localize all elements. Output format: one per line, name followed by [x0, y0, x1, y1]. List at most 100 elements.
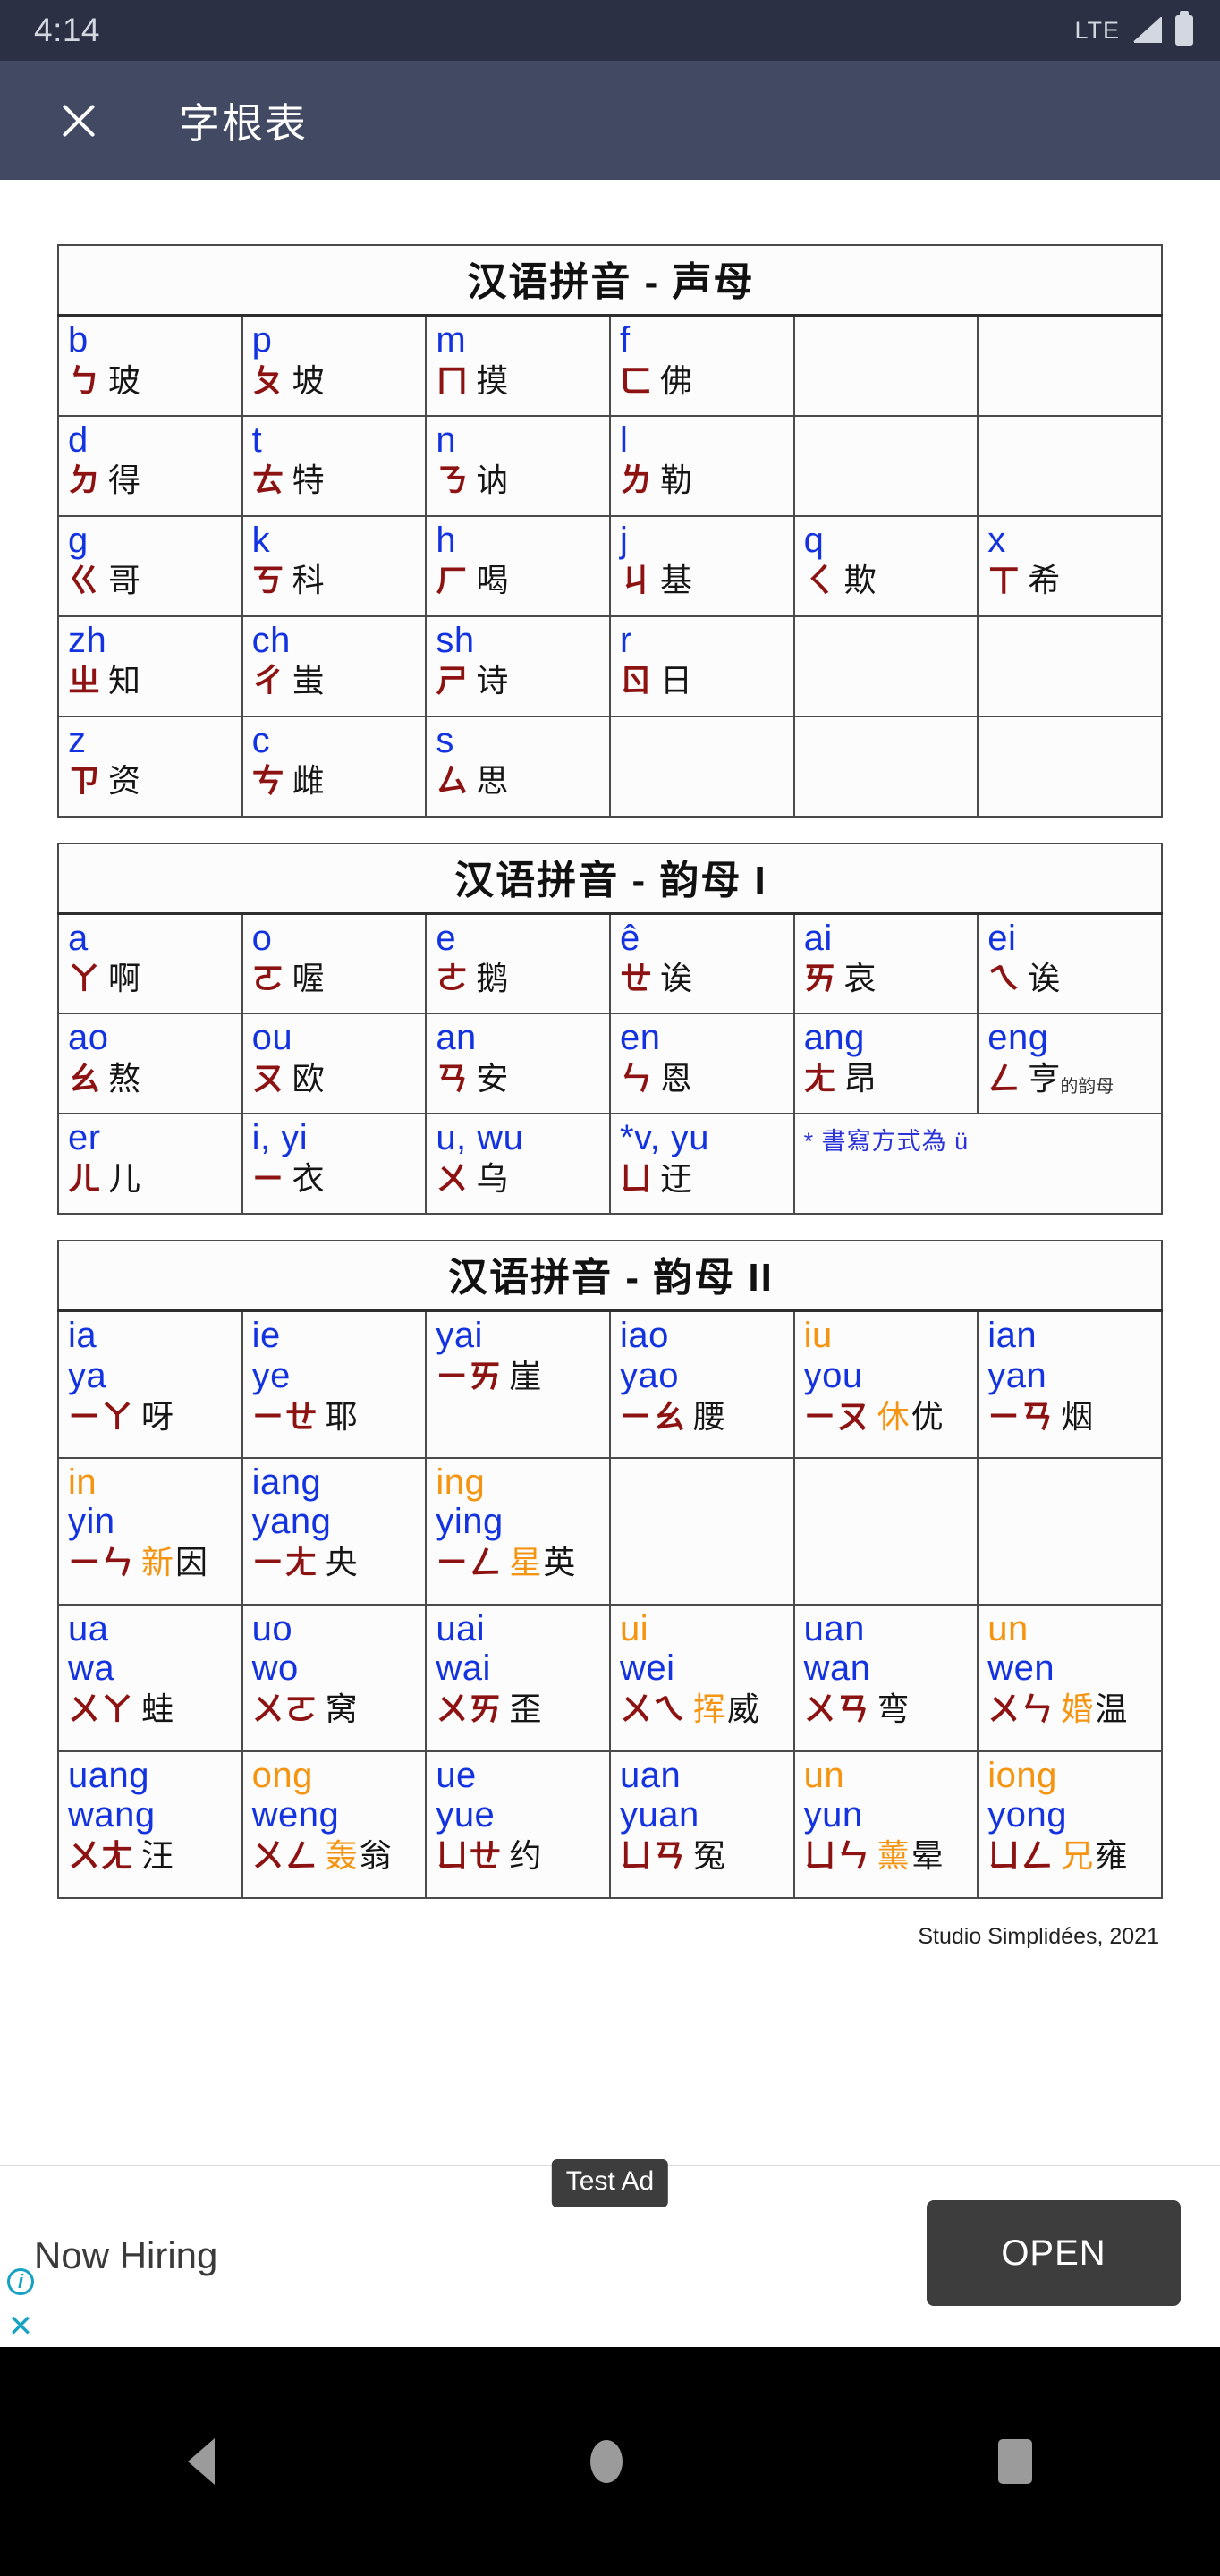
info-icon[interactable]: i	[7, 2268, 34, 2295]
example-char-highlight: 薰	[877, 1837, 910, 1875]
ad-close-icon[interactable]: ✕	[7, 2311, 34, 2342]
pinyin-secondary: yang	[251, 1502, 332, 1542]
pinyin-primary: ai	[803, 918, 833, 958]
example-char-highlight: 婚	[1061, 1690, 1094, 1728]
pinyin-primary: m	[436, 320, 467, 360]
pinyin-secondary: yue	[436, 1795, 496, 1835]
bopomofo-symbol: ㄒ	[987, 562, 1021, 599]
bopomofo-symbol: ㄧㄤ	[251, 1544, 318, 1581]
pinyin-primary: j	[619, 520, 629, 560]
bopomofo-symbol: ㄎ	[251, 562, 285, 599]
example-char: 儿	[108, 1159, 141, 1197]
example-char: 威	[727, 1690, 760, 1728]
bopomofo-example-line: ㄩㄢ冤	[620, 1837, 786, 1875]
bopomofo-example-line: ㄜ鹅	[436, 960, 602, 997]
recents-icon[interactable]	[998, 2439, 1032, 2484]
example-char: 恩	[659, 1059, 692, 1097]
example-char: 知	[108, 662, 141, 699]
bopomofo-symbol: ㄋ	[436, 462, 470, 499]
pinyin-primary: eng	[987, 1018, 1049, 1057]
table-row: zh ㄓ知 ch ㄔ蚩 sh ㄕ诗 r ㄖ日	[57, 614, 1163, 717]
bopomofo-example-line: ㄧㄚ呀	[68, 1398, 234, 1436]
pinyin-secondary: wai	[436, 1648, 491, 1689]
example-char: 优	[911, 1397, 944, 1435]
example-char: 佛	[659, 361, 692, 399]
bopomofo-example-line: ㄡ欧	[252, 1060, 419, 1097]
example-char: 讷	[476, 462, 509, 499]
bopomofo-example-line: ㄨㄥ 轰翁	[252, 1837, 419, 1875]
bopomofo-symbol: ㄓ	[68, 662, 102, 699]
example-char: 腰	[692, 1397, 725, 1435]
pinyin-primary: ou	[251, 1018, 293, 1057]
example-char: 迂	[659, 1159, 692, 1197]
pinyin-cell: cㄘ雌	[241, 715, 428, 818]
pinyin-primary: en	[619, 1018, 661, 1057]
pinyin-primary: u, wu	[436, 1118, 524, 1157]
pinyin-secondary: ye	[251, 1355, 291, 1395]
bopomofo-symbol: ㄥ	[987, 1059, 1021, 1097]
status-bar: 4:14 LTE	[0, 0, 1220, 61]
example-char: 英	[543, 1544, 576, 1581]
pinyin-primary: k	[251, 520, 271, 560]
bopomofo-example-line: ㄝ诶	[620, 960, 786, 997]
pinyin-secondary: yao	[619, 1355, 679, 1395]
bopomofo-example-line: ㄤ昂	[804, 1060, 970, 1097]
pinyin-cell: uai wai ㄨㄞ歪	[425, 1603, 611, 1752]
home-icon[interactable]	[590, 2440, 623, 2483]
bopomofo-symbol: ㄩ	[619, 1159, 653, 1197]
bopomofo-symbol: ㄦ	[68, 1159, 102, 1197]
pinyin-primary: iang	[251, 1462, 322, 1502]
pinyin-secondary: wa	[68, 1648, 115, 1689]
pinyin-primary: ua	[68, 1608, 109, 1648]
bopomofo-symbol: ㄅ	[68, 361, 102, 399]
bopomofo-symbol: ㄨㄥ	[251, 1837, 318, 1875]
bopomofo-symbol: ㄖ	[619, 662, 653, 699]
table-row: ao ㄠ熬 ou ㄡ欧 an ㄢ安 en ㄣ恩 ang ㄤ昂 eng ㄥ亨的韵母	[57, 1013, 1163, 1114]
pinyin-primary: ui	[619, 1608, 649, 1648]
pinyin-cell: ou ㄡ欧	[241, 1013, 428, 1114]
bopomofo-example-line: ㄞ哀	[804, 960, 970, 997]
bopomofo-symbol: ㄑ	[803, 562, 837, 599]
pinyin-cell: eㄜ鹅	[425, 912, 611, 1014]
pinyin-cell: zㄗ资	[57, 715, 243, 818]
table-caption-row: 汉语拼音 - 韵母 I	[57, 842, 1163, 915]
pinyin-cell: ie ye ㄧㄝ耶	[241, 1309, 428, 1459]
table-caption: 汉语拼音 - 声母	[57, 244, 1163, 317]
pinyin-cell: êㄝ诶	[608, 912, 795, 1014]
example-char: 汪	[141, 1837, 174, 1875]
example-char: 得	[108, 462, 141, 499]
pinyin-primary: uo	[251, 1608, 293, 1648]
pinyin-primary: z	[68, 720, 87, 760]
content-scroll-area[interactable]: 汉语拼音 - 声母 b ㄅ玻 p ㄆ坡 m ㄇ摸 f ㄈ佛 d ㄉ得 t ㄊ特 n ㄋ讷 l ㄌ勒 g ㄍ哥 k ㄎ科 h…	[0, 180, 1220, 2165]
bopomofo-symbol: ㄨㄣ	[987, 1690, 1055, 1728]
pinyin-primary: uang	[68, 1755, 149, 1795]
example-char: 勒	[659, 462, 692, 499]
example-char: 坡	[292, 361, 325, 399]
bopomofo-symbol: ㄐ	[619, 562, 653, 599]
example-suffix: 的韵母	[1060, 1076, 1114, 1097]
bopomofo-symbol: ㄞ	[803, 960, 837, 997]
back-icon[interactable]	[188, 2438, 215, 2485]
bopomofo-example-line: ㄊ特	[252, 462, 419, 499]
pinyin-cell: eng ㄥ亨的韵母	[977, 1013, 1163, 1114]
empty-cell	[792, 614, 979, 717]
pinyin-cell: u, wu ㄨ乌	[425, 1113, 611, 1215]
pinyin-cell: ao ㄠ熬	[57, 1013, 243, 1114]
bopomofo-symbol: ㄨㄢ	[803, 1690, 870, 1728]
ad-open-button[interactable]: OPEN	[927, 2200, 1181, 2306]
ad-banner[interactable]: Test Ad Now Hiring OPEN i ✕	[0, 2159, 1220, 2347]
close-icon[interactable]	[54, 96, 104, 146]
pinyin-cell: gㄍ哥	[57, 514, 243, 617]
bopomofo-example-line: ㄨㄚ蛙	[68, 1690, 234, 1728]
pinyin-cell: un wen ㄨㄣ 婚温	[977, 1603, 1163, 1752]
pinyin-cell: sㄙ思	[425, 715, 611, 818]
pinyin-primary: zh	[68, 620, 107, 660]
bopomofo-example-line: ㄑ欺	[804, 562, 970, 599]
example-char: 哥	[108, 562, 141, 599]
example-char: 喝	[476, 562, 509, 599]
pinyin-primary: yai	[436, 1316, 483, 1355]
pinyin-cell: oㄛ喔	[241, 912, 428, 1014]
example-char: 晕	[911, 1837, 944, 1875]
pinyin-primary: e	[436, 918, 457, 958]
bopomofo-symbol: ㄧ	[251, 1159, 285, 1197]
